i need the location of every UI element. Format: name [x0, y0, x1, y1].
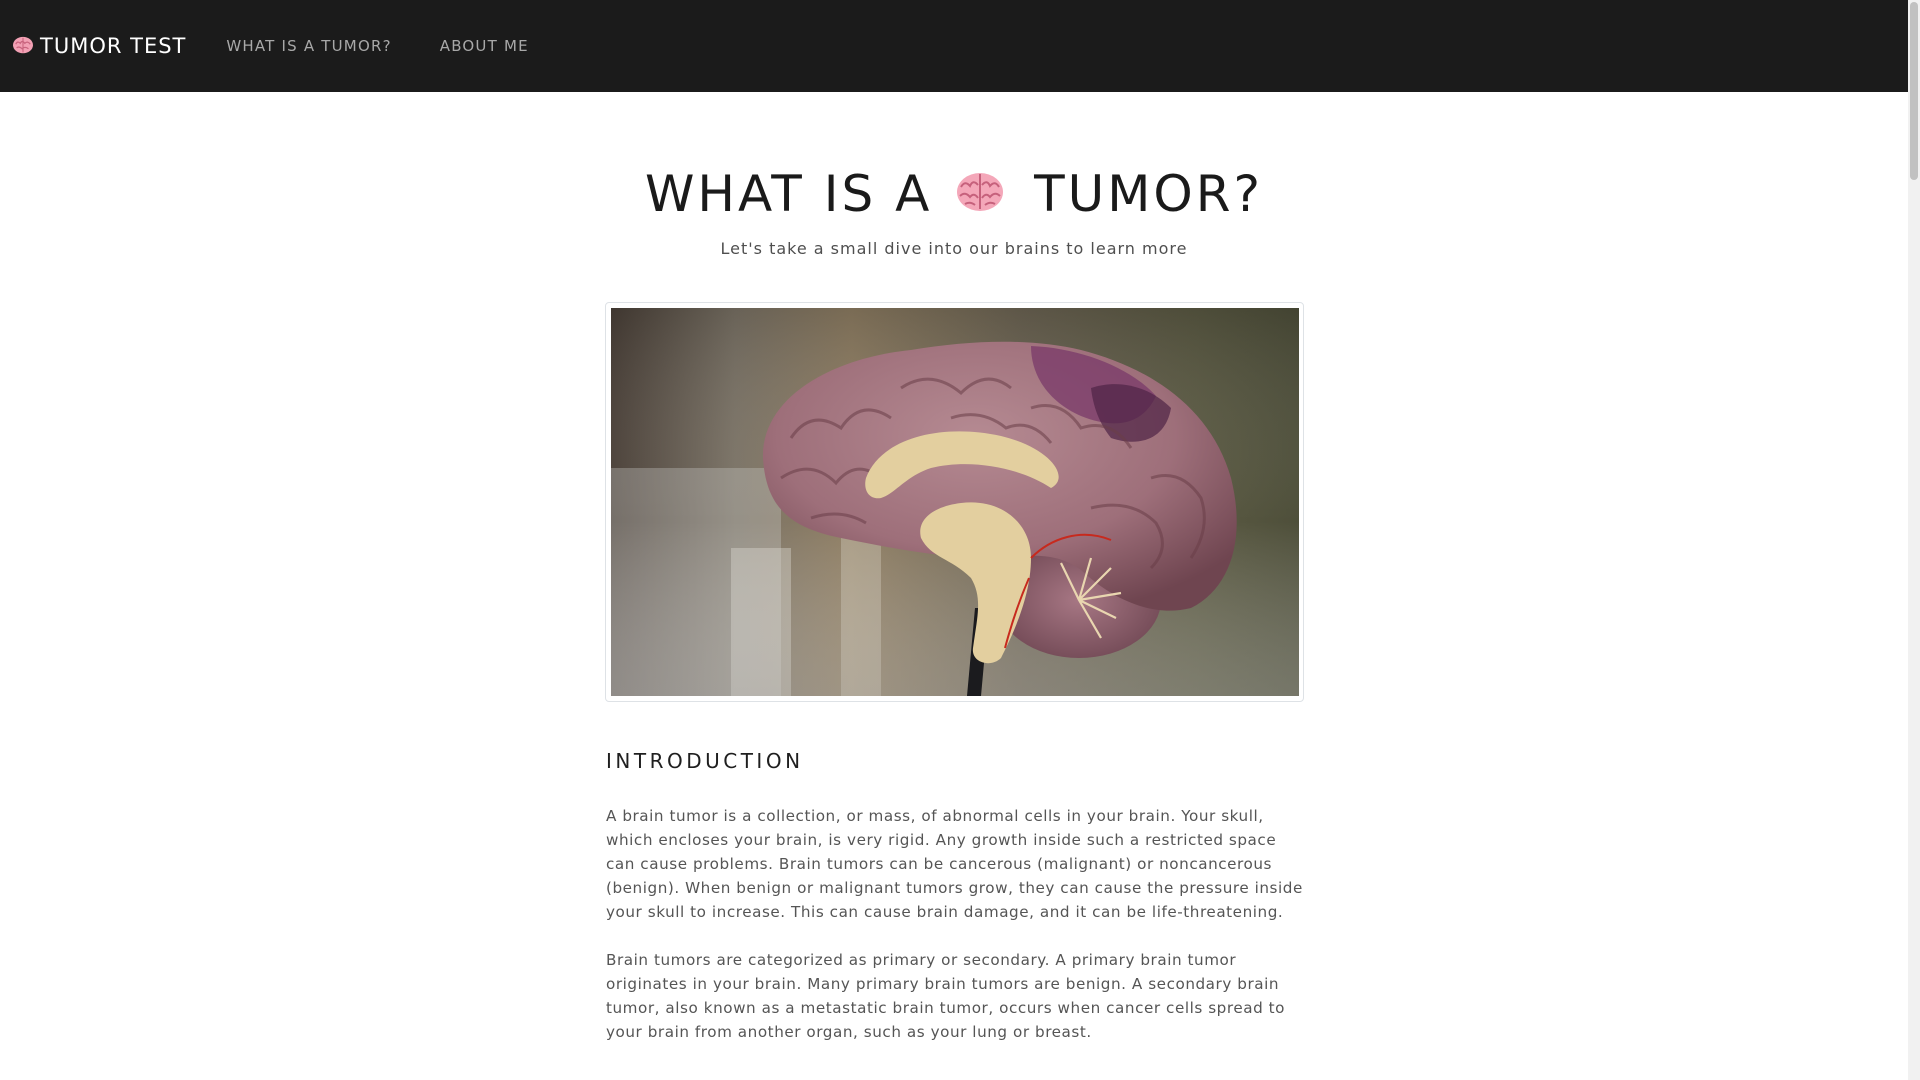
navbar: TUMOR TEST WHAT IS A TUMOR? ABOUT ME — [0, 0, 1908, 92]
page-title: WHAT IS A TUMOR? — [0, 164, 1908, 224]
brain-model-image — [611, 308, 1299, 696]
intro-paragraph-2: Brain tumors are categorized as primary … — [606, 951, 1285, 1041]
scrollbar-thumb[interactable] — [1910, 2, 1918, 180]
intro-paragraph-1: A brain tumor is a collection, or mass, … — [606, 807, 1303, 921]
page-scrollbar[interactable] — [1908, 0, 1920, 1080]
brand-link[interactable]: TUMOR TEST — [12, 33, 187, 58]
nav-links: WHAT IS A TUMOR? ABOUT ME — [226, 38, 576, 54]
title-part-1: WHAT IS A — [644, 165, 933, 223]
brain-icon — [957, 173, 1004, 211]
nav-link-about-me[interactable]: ABOUT ME — [440, 38, 529, 54]
nav-link-what-is-a-tumor[interactable]: WHAT IS A TUMOR? — [226, 38, 391, 54]
brand-title: TUMOR TEST — [40, 33, 187, 58]
brain-image-frame — [605, 302, 1304, 702]
section-heading-introduction: INTRODUCTION — [606, 749, 804, 773]
brain-icon — [13, 36, 33, 54]
page: TUMOR TEST WHAT IS A TUMOR? ABOUT ME WHA… — [0, 0, 1920, 1080]
title-part-2: TUMOR? — [1034, 165, 1264, 223]
page-subtitle: Let's take a small dive into our brains … — [720, 239, 1188, 258]
